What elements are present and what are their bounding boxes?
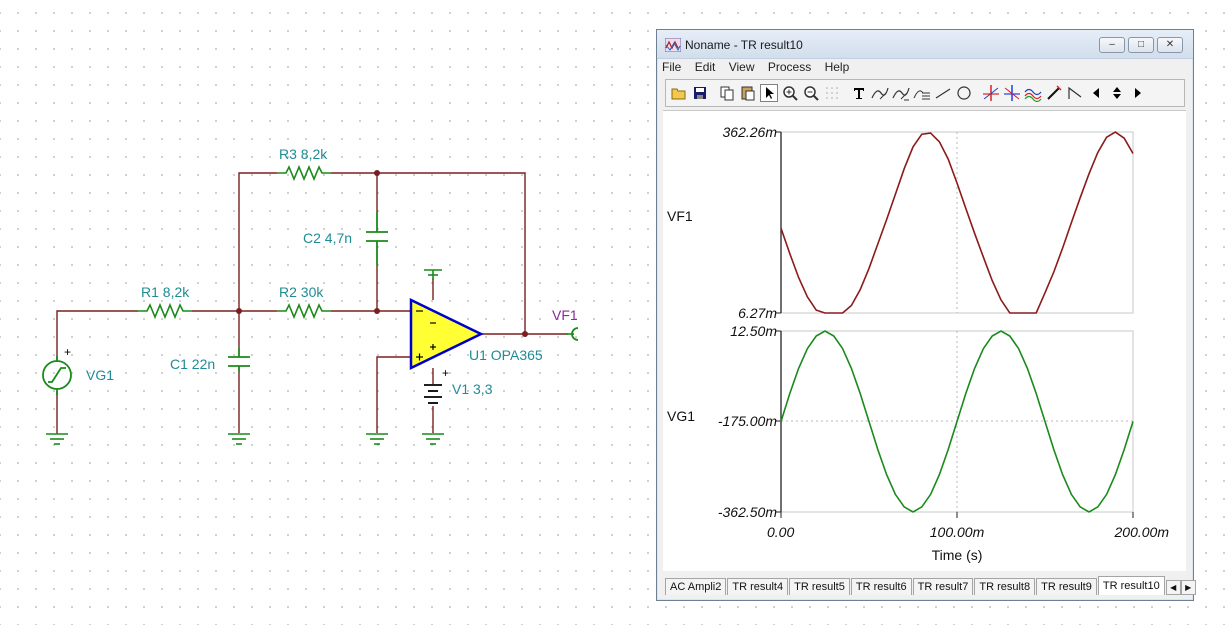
maximize-button[interactable]: □: [1128, 37, 1154, 53]
u1-label: U1 OPA365: [469, 347, 543, 363]
v1-battery-icon[interactable]: [424, 384, 442, 404]
copy-icon[interactable]: [718, 84, 736, 102]
marker-icon[interactable]: [913, 84, 931, 102]
waves-icon[interactable]: [1024, 84, 1042, 102]
y-tick-label: -362.50m: [718, 504, 777, 520]
tab-scroll-left-icon[interactable]: ◀: [1165, 580, 1181, 595]
c2-label: C2 4,7n: [303, 230, 352, 246]
vg1-plus-sign: +: [64, 345, 71, 359]
ground-icon: [422, 433, 444, 445]
ground-icon: [46, 433, 68, 445]
r1-label: R1 8,2k: [141, 284, 190, 300]
step-icon[interactable]: [1066, 84, 1084, 102]
tab-tr-result8[interactable]: TR result8: [974, 578, 1036, 595]
text-icon[interactable]: [850, 84, 868, 102]
wire-feedback-left[interactable]: [238, 172, 277, 311]
schematic-canvas[interactable]: R3 8,2k C2 4,7n R1 8,2k R2 30k C1 22n VG…: [0, 0, 650, 625]
tab-tr-result7[interactable]: TR result7: [912, 578, 974, 595]
plot-svg[interactable]: 362.26m 6.27m VF1 12.50m -175.00m -362.50m VG1…: [663, 111, 1186, 571]
arrow-right-icon[interactable]: [1129, 84, 1147, 102]
menu-process[interactable]: Process: [763, 58, 816, 74]
r1-resistor-icon[interactable]: [138, 302, 192, 320]
x-tick-label: 100.00m: [930, 524, 985, 540]
tab-tr-result10[interactable]: TR result10: [1097, 576, 1165, 595]
toolbar: [665, 79, 1185, 107]
series-name-label: VG1: [667, 408, 695, 424]
arrow-left-icon[interactable]: [1087, 84, 1105, 102]
tab-tr-result6[interactable]: TR result6: [850, 578, 912, 595]
result-tabs: AC Ampli2 TR result4 TR result5 TR resul…: [665, 575, 1196, 595]
circle-icon[interactable]: [955, 84, 973, 102]
ground-top-icon: [424, 269, 442, 280]
grid-icon[interactable]: [823, 84, 841, 102]
c1-capacitor-icon[interactable]: [228, 348, 250, 372]
v1-plus-sign: +: [442, 366, 449, 380]
cursor-b-icon[interactable]: [1003, 84, 1021, 102]
menu-help[interactable]: Help: [820, 58, 855, 74]
line-icon[interactable]: [934, 84, 952, 102]
vg1-source-icon[interactable]: [42, 356, 72, 395]
c2-capacitor-icon[interactable]: [366, 212, 388, 265]
plot-area[interactable]: 362.26m 6.27m VF1 12.50m -175.00m -362.50m VG1…: [663, 110, 1186, 571]
result-window[interactable]: Noname - TR result10 ‒ □ ✕ File Edit Vie…: [656, 29, 1196, 601]
tab-ac-ampli2[interactable]: AC Ampli2: [665, 578, 727, 595]
close-button[interactable]: ✕: [1157, 37, 1183, 53]
cursor-a-icon[interactable]: [982, 84, 1000, 102]
menu-file[interactable]: File: [657, 58, 686, 74]
open-icon[interactable]: [670, 84, 688, 102]
x-tick-label: 0.00: [767, 524, 794, 540]
zoom-out-icon[interactable]: [802, 84, 820, 102]
r3-resistor-icon[interactable]: [277, 164, 331, 182]
tab-scroller: ◀ ▶: [1165, 580, 1196, 595]
minimize-button[interactable]: ‒: [1099, 37, 1125, 53]
r2-resistor-icon[interactable]: [277, 302, 331, 320]
save-icon[interactable]: [691, 84, 709, 102]
paste-icon[interactable]: [739, 84, 757, 102]
y-tick-label: 6.27m: [738, 305, 777, 321]
junctions: [236, 170, 528, 337]
menu-edit[interactable]: Edit: [690, 58, 721, 74]
arrow-up-down-icon[interactable]: [1108, 84, 1126, 102]
r3-label: R3 8,2k: [279, 146, 328, 162]
v1-label: V1 3,3: [452, 381, 493, 397]
c1-label: C1 22n: [170, 356, 215, 372]
tab-tr-result5[interactable]: TR result5: [789, 578, 850, 595]
ground-icon: [366, 433, 388, 445]
vg1-label: VG1: [86, 367, 114, 383]
menu-view[interactable]: View: [724, 58, 760, 74]
y-tick-label: 12.50m: [730, 323, 777, 339]
tab-scroll-right-icon[interactable]: ▶: [1180, 580, 1196, 595]
pen-icon[interactable]: [1045, 84, 1063, 102]
y-tick-label: 362.26m: [723, 124, 778, 140]
curve-label-icon[interactable]: [871, 84, 889, 102]
tab-tr-result4[interactable]: TR result4: [727, 578, 789, 595]
x-axis-label: Time (s): [932, 547, 983, 563]
ground-icon: [228, 433, 250, 445]
curve-label2-icon[interactable]: [892, 84, 910, 102]
x-tick-label: 200.00m: [1114, 524, 1170, 540]
pointer-icon[interactable]: [760, 84, 778, 102]
menu-bar: File Edit View Process Help: [657, 58, 1193, 76]
tab-tr-result9[interactable]: TR result9: [1036, 578, 1097, 595]
zoom-in-icon[interactable]: [781, 84, 799, 102]
window-title: Noname - TR result10: [685, 38, 803, 52]
title-bar[interactable]: Noname - TR result10 ‒ □ ✕: [657, 30, 1193, 59]
wire-noninv-ground[interactable]: [376, 356, 411, 433]
y-tick-label: -175.00m: [718, 413, 777, 429]
vf1-net-label: VF1: [552, 307, 578, 323]
r2-label: R2 30k: [279, 284, 324, 300]
app-icon: [665, 38, 681, 52]
series-name-label: VF1: [667, 208, 693, 224]
